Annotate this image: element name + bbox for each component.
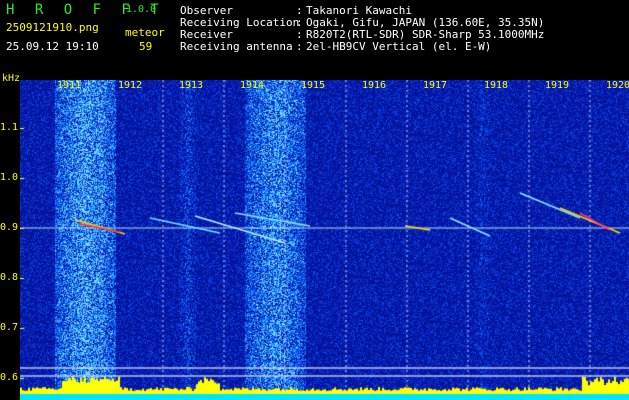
y-tick-label: 0.9 xyxy=(0,222,19,233)
x-tick-label: 1912 xyxy=(118,80,143,91)
hrofft-screen: H R O F F T 1.0.0 2509121910.png meteor … xyxy=(0,0,629,400)
y-tick-label: 1.1 xyxy=(0,122,19,133)
y-tick-label: 0.7 xyxy=(0,322,19,333)
x-tick-label: 1915 xyxy=(301,80,326,91)
x-tick-label: 1916 xyxy=(362,80,387,91)
meteor-label: meteor xyxy=(125,26,165,39)
location-label: Receiving Location xyxy=(180,16,300,29)
antenna-value: 2el-HB9CV Vertical (el. E-W) xyxy=(306,40,492,53)
receiver-label: Receiver xyxy=(180,28,233,41)
observer-sep: : xyxy=(296,4,303,17)
x-tick-label: 1919 xyxy=(545,80,570,91)
location-sep: : xyxy=(296,16,303,29)
x-tick-label: 1914 xyxy=(240,80,265,91)
x-tick-label: 1918 xyxy=(484,80,509,91)
meteor-count: 59 xyxy=(139,40,153,53)
receiver-value: R820T2(RTL-SDR) SDR-Sharp 53.1000MHz xyxy=(306,28,545,41)
spectrogram-plot xyxy=(20,80,629,400)
observer-value: Takanori Kawachi xyxy=(306,4,412,17)
y-tick-label: 1.0 xyxy=(0,172,19,183)
x-tick-label: 1913 xyxy=(179,80,204,91)
app-version: 1.0.0 xyxy=(126,4,157,15)
location-value: Ogaki, Gifu, JAPAN (136.60E, 35.35N) xyxy=(306,16,545,29)
x-tick-label: 1920 xyxy=(606,80,629,91)
y-tick-label: 0.8 xyxy=(0,272,19,283)
file-name: 2509121910.png xyxy=(6,21,99,34)
antenna-sep: : xyxy=(296,40,303,53)
receiver-sep: : xyxy=(296,28,303,41)
x-tick-label: 1917 xyxy=(423,80,448,91)
file-datetime: 25.09.12 19:10 xyxy=(6,40,99,53)
x-tick-label: 1911 xyxy=(57,80,82,91)
y-axis-unit: kHz xyxy=(2,73,21,84)
y-tick-label: 0.6 xyxy=(0,372,19,383)
antenna-label: Receiving antenna xyxy=(180,40,293,53)
observer-label: Observer xyxy=(180,4,233,17)
